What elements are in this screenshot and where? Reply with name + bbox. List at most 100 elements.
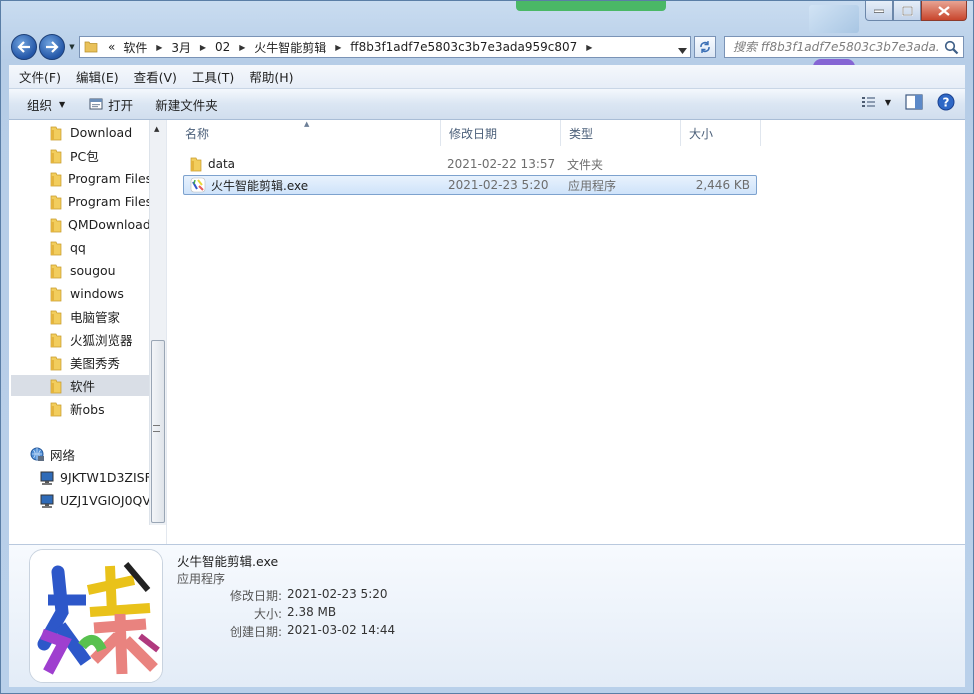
folder-icon — [49, 401, 65, 417]
folder-icon — [49, 171, 63, 187]
nav-folder-label: windows — [70, 286, 124, 301]
nav-folder-label: 软件 — [70, 379, 96, 394]
content-area: Download PC包 Program Files Program Files… — [9, 120, 965, 544]
folder-icon — [49, 355, 65, 371]
chevron-down-icon: ▼ — [59, 99, 66, 109]
file-date: 2021-02-22 13:57 — [447, 157, 556, 171]
nav-folder-label: 电脑管家 — [70, 310, 121, 325]
menu-help[interactable]: 帮助(H) — [244, 67, 298, 86]
file-type: 应用程序 — [568, 178, 617, 193]
nav-folder[interactable]: 火狐浏览器 — [11, 329, 149, 350]
organize-label: 组织 — [27, 97, 53, 113]
folder-icon — [49, 125, 65, 141]
computer-icon — [39, 493, 55, 509]
file-type: 文件夹 — [567, 157, 604, 172]
scroll-up-arrow-icon[interactable]: ▲ — [154, 125, 159, 133]
nav-computer[interactable]: 9JKTW1D3ZISF\ — [11, 467, 149, 488]
column-date[interactable]: 修改日期 — [441, 120, 561, 146]
breadcrumb-overflow[interactable]: « — [104, 40, 119, 54]
file-row[interactable]: data 2021-02-22 13:57 文件夹 — [183, 154, 757, 174]
window-controls — [865, 1, 967, 21]
breadcrumb-item[interactable]: 软件 — [119, 39, 151, 56]
details-file-name: 火牛智能剪辑.exe — [177, 554, 279, 569]
help-button[interactable]: ? — [937, 93, 955, 111]
open-button[interactable]: 打开 — [81, 89, 141, 119]
preview-pane-icon — [905, 94, 923, 110]
nav-folder[interactable]: 美图秀秀 — [11, 352, 149, 373]
search-icon[interactable] — [944, 40, 959, 58]
forward-button[interactable] — [39, 34, 65, 60]
chevron-right-icon[interactable]: ▶ — [195, 43, 211, 52]
breadcrumb-item[interactable]: 3月 — [167, 39, 195, 56]
preview-pane-button[interactable] — [905, 94, 923, 110]
nav-folder[interactable]: sougou — [11, 260, 149, 281]
breadcrumb: « 软件 ▶ 3月 ▶ 02 ▶ 火牛智能剪辑 ▶ ff8b3f1adf7e58… — [104, 39, 597, 56]
nav-folder-selected[interactable]: 软件 — [11, 375, 149, 396]
column-type[interactable]: 类型 — [561, 120, 681, 146]
folder-icon — [49, 194, 63, 210]
maximize-button[interactable] — [893, 1, 921, 21]
file-name-cell: data — [183, 156, 439, 172]
breadcrumb-item[interactable]: ff8b3f1adf7e5803c3b7e3ada959c807 — [346, 40, 581, 54]
menu-file[interactable]: 文件(F) — [14, 67, 66, 86]
title-bar — [1, 1, 973, 33]
minimize-button[interactable] — [865, 1, 893, 21]
file-row-selected[interactable]: 火牛智能剪辑.exe 2021-02-23 5:20 应用程序 2,446 KB — [183, 175, 757, 195]
sort-ascending-icon: ▲ — [304, 120, 310, 128]
nav-folder[interactable]: windows — [11, 283, 149, 304]
folder-icon — [84, 39, 98, 56]
column-name[interactable]: 名称 ▲ — [167, 120, 441, 146]
chevron-right-icon[interactable]: ▶ — [151, 43, 167, 52]
nav-scrollbar[interactable]: ▲ — [149, 120, 166, 525]
breadcrumb-item[interactable]: 火牛智能剪辑 — [250, 39, 330, 56]
back-button[interactable] — [11, 34, 37, 60]
nav-computer[interactable]: UZJ1VGIOJ0QV — [11, 490, 149, 511]
background-decoration — [809, 5, 859, 33]
search-box[interactable] — [724, 36, 964, 58]
nav-folder[interactable]: Program Files — [11, 168, 149, 189]
nav-folder-label: 美图秀秀 — [70, 356, 121, 371]
chevron-down-icon: ▼ — [884, 97, 891, 107]
nav-folder[interactable]: 电脑管家 — [11, 306, 149, 327]
recent-pages-dropdown[interactable]: ▼ — [67, 34, 77, 60]
new-folder-button[interactable]: 新建文件夹 — [147, 89, 226, 119]
grip-icon — [153, 425, 160, 432]
chevron-right-icon[interactable]: ▶ — [330, 43, 346, 52]
menu-tools[interactable]: 工具(T) — [187, 67, 239, 86]
menu-view[interactable]: 查看(V) — [129, 67, 182, 86]
computer-icon — [39, 470, 55, 486]
nav-network[interactable]: 网络 — [11, 444, 149, 465]
chevron-down-icon[interactable] — [678, 43, 687, 57]
change-view-button[interactable]: ▼ — [861, 95, 891, 109]
folder-icon — [189, 156, 203, 172]
nav-folder[interactable]: Program Files — [11, 191, 149, 212]
address-bar[interactable]: « 软件 ▶ 3月 ▶ 02 ▶ 火牛智能剪辑 ▶ ff8b3f1adf7e58… — [79, 36, 691, 58]
nav-folder[interactable]: PC包 — [11, 145, 149, 166]
file-list-pane: 名称 ▲ 修改日期 类型 大小 data 2021-02-22 13:57 文件… — [167, 120, 965, 544]
nav-computer-label: 9JKTW1D3ZISF\ — [60, 470, 149, 485]
refresh-button[interactable] — [694, 36, 716, 58]
explorer-window: ▼ « 软件 ▶ 3月 ▶ 02 ▶ 火牛智能剪辑 ▶ ff8b3f1adf7e… — [0, 0, 974, 694]
folder-icon — [49, 217, 63, 233]
menu-edit[interactable]: 编辑(E) — [71, 67, 124, 86]
folder-icon — [49, 332, 65, 348]
organize-button[interactable]: 组织 ▼ — [19, 89, 73, 119]
chevron-right-icon[interactable]: ▶ — [234, 43, 250, 52]
nav-folder[interactable]: qq — [11, 237, 149, 258]
chevron-right-icon[interactable]: ▶ — [581, 43, 597, 52]
breadcrumb-item[interactable]: 02 — [211, 40, 234, 54]
nav-folder-label: 新obs — [70, 402, 105, 417]
nav-folder-label: qq — [70, 240, 86, 255]
close-button[interactable] — [921, 1, 967, 21]
details-created-row: 创建日期: 2021-03-02 14:44 — [177, 623, 437, 640]
folder-icon — [49, 148, 65, 164]
column-type-label: 类型 — [569, 126, 594, 141]
search-input[interactable] — [733, 40, 938, 54]
nav-folder[interactable]: QMDownload — [11, 214, 149, 235]
nav-folder[interactable]: 新obs — [11, 398, 149, 419]
column-size[interactable]: 大小 — [681, 120, 761, 146]
view-list-icon — [861, 97, 875, 107]
nav-network-label: 网络 — [50, 448, 76, 463]
command-bar: 组织 ▼ 打开 新建文件夹 ▼ ? — [9, 89, 965, 120]
nav-folder[interactable]: Download — [11, 122, 149, 143]
